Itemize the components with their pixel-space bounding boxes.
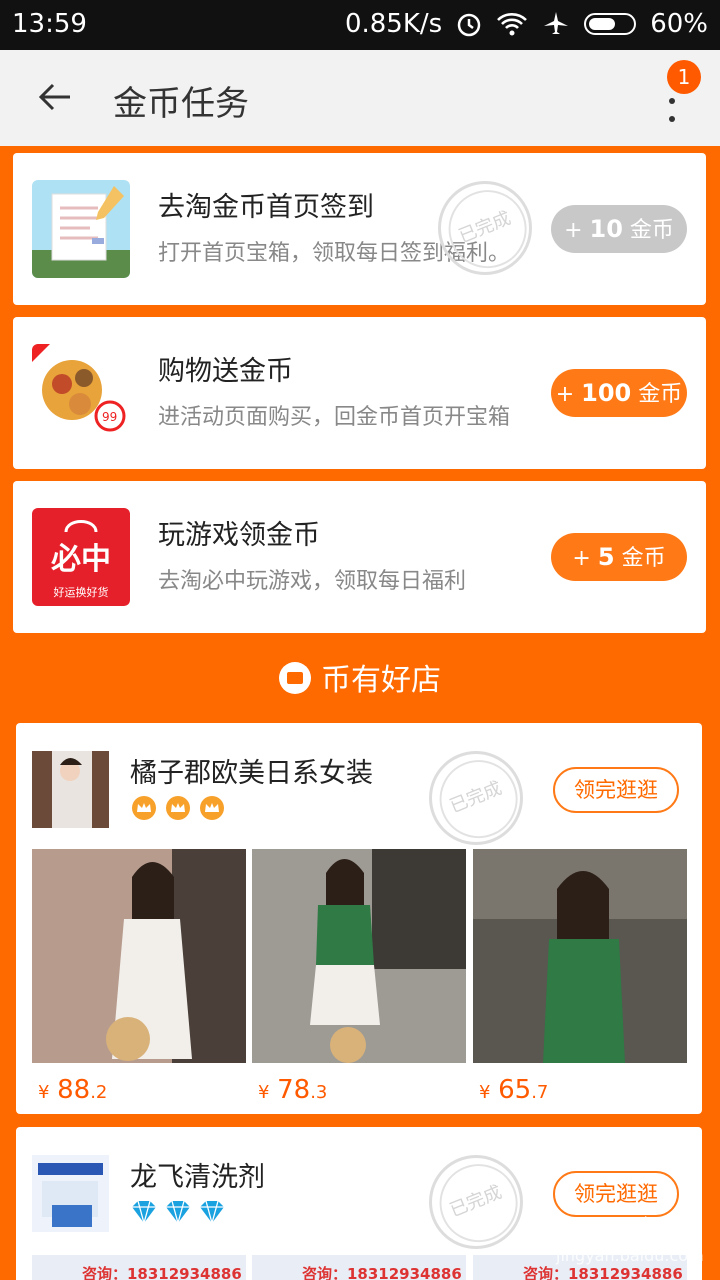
shopping-promo-icon: 99: [32, 344, 130, 442]
diamond-icon: [132, 1200, 156, 1224]
baidu-watermark-url: jingyan.baidu.com: [556, 1246, 704, 1265]
product-image[interactable]: [32, 849, 246, 1063]
completed-stamp: 已完成: [414, 1140, 538, 1264]
task-card: 去淘金币首页签到 打开首页宝箱，领取每日签到福利。 已完成 + 10 金币: [13, 153, 706, 305]
sign-in-icon: [32, 180, 130, 278]
product-image[interactable]: [252, 849, 466, 1063]
shop-logo: [32, 751, 109, 828]
completed-stamp: 已完成: [414, 736, 538, 860]
section-title: 币有好店: [0, 655, 720, 699]
product-price: ¥ 88.2: [38, 1075, 108, 1105]
svg-text:99: 99: [102, 410, 117, 424]
product-image[interactable]: 咨询：18312934886: [32, 1255, 246, 1280]
more-menu-icon[interactable]: [660, 90, 684, 130]
reward-button[interactable]: + 10 金币: [551, 205, 687, 253]
crown-icon: [200, 796, 224, 820]
bizhong-app-icon: 必中 好运换好货: [32, 508, 130, 606]
task-desc: 进活动页面购买，回金币首页开宝箱: [158, 405, 511, 430]
battery-text: 60%: [650, 9, 708, 39]
status-time: 13:59: [12, 9, 87, 39]
task-desc: 去淘必中玩游戏，领取每日福利: [158, 569, 467, 594]
shop-rank: [130, 795, 226, 821]
product-price: ¥ 65.7: [479, 1075, 549, 1105]
task-card: 必中 好运换好货 玩游戏领金币 去淘必中玩游戏，领取每日福利 + 5 金币: [13, 481, 706, 633]
status-bar: 13:59 0.85K/s 60%: [0, 0, 720, 50]
crown-icon: [132, 796, 156, 820]
page-title: 金币任务: [113, 84, 249, 124]
alarm-icon: [457, 13, 481, 37]
product-image[interactable]: 咨询：18312934886: [252, 1255, 466, 1280]
completed-stamp: 已完成: [423, 166, 547, 290]
shop-rank: [130, 1199, 226, 1225]
visit-shop-button[interactable]: 领完逛逛: [553, 767, 679, 813]
back-arrow-icon[interactable]: [38, 80, 72, 114]
notification-badge: 1: [667, 60, 701, 94]
wifi-icon: [497, 13, 528, 36]
task-title: 去淘金币首页签到: [158, 192, 374, 223]
shop-card: 橘子郡欧美日系女装 已完成 领完逛逛 ¥ 88.2 ¥ 78.3 ¥ 65.7: [16, 723, 702, 1114]
reward-button[interactable]: + 5 金币: [551, 533, 687, 581]
shop-name: 橘子郡欧美日系女装: [130, 758, 373, 789]
shop-name: 龙飞清洗剂: [130, 1162, 265, 1193]
app-header: 金币任务: [0, 50, 720, 146]
net-speed: 0.85K/s: [344, 9, 443, 39]
crown-icon: [166, 796, 190, 820]
shop-logo: [32, 1155, 109, 1232]
battery-icon: [584, 13, 637, 35]
product-price: ¥ 78.3: [258, 1075, 328, 1105]
shop-icon: [279, 662, 311, 694]
task-title: 玩游戏领金币: [158, 520, 320, 551]
product-image[interactable]: [473, 849, 687, 1063]
diamond-icon: [200, 1200, 224, 1224]
diamond-icon: [166, 1200, 190, 1224]
task-card: 99 购物送金币 进活动页面购买，回金币首页开宝箱 + 100 金币: [13, 317, 706, 469]
reward-button[interactable]: + 100 金币: [551, 369, 687, 417]
baidu-watermark: Baidu经验: [556, 1216, 692, 1246]
airplane-icon: [544, 12, 569, 34]
task-title: 购物送金币: [158, 356, 293, 387]
